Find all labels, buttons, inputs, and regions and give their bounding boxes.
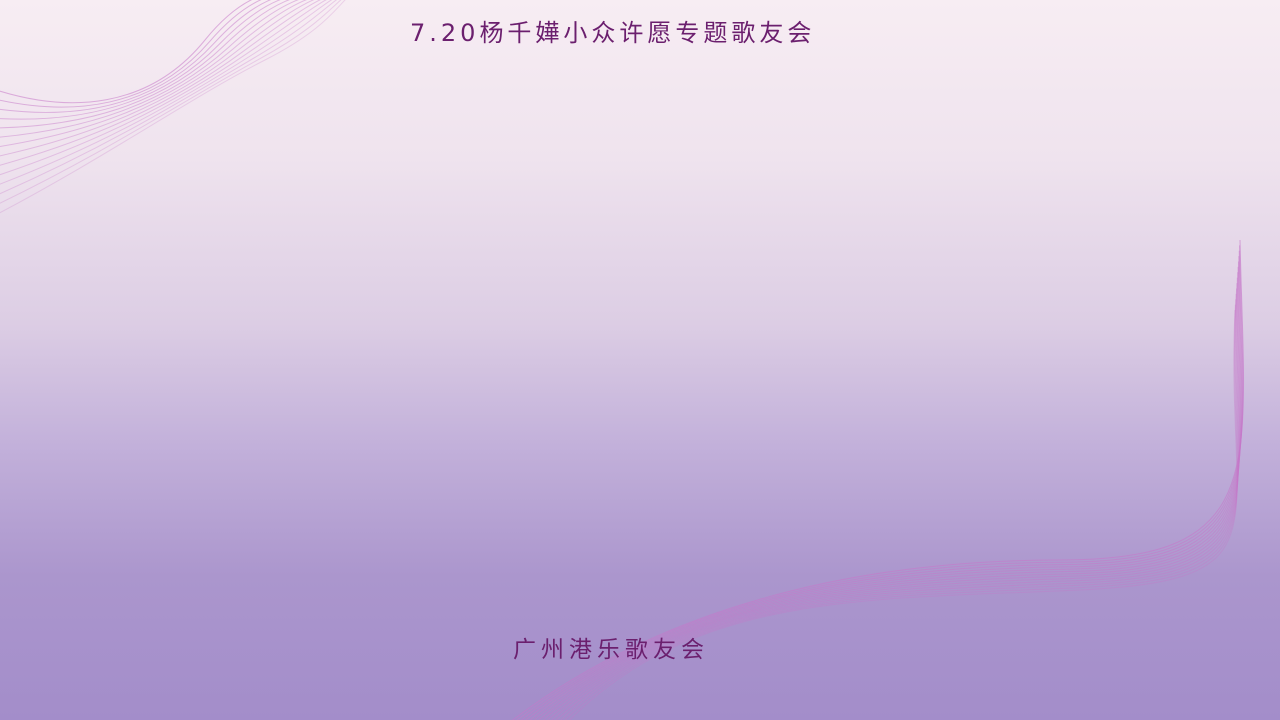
wave-line — [0, 0, 342, 204]
wave-decorations — [0, 0, 1245, 720]
wave-line — [0, 0, 315, 157]
wave-line — [0, 0, 337, 195]
slide-footer: 广州港乐歌友会 — [513, 637, 709, 663]
wave-line — [0, 0, 346, 214]
top-left-wave-decoration — [0, 0, 346, 214]
slide-title: 7.20杨千嬅小众许愿专题歌友会 — [410, 19, 816, 47]
wave-line — [0, 0, 299, 138]
slide-canvas: 7.20杨千嬅小众许愿专题歌友会 广州港乐歌友会 — [0, 0, 1280, 720]
